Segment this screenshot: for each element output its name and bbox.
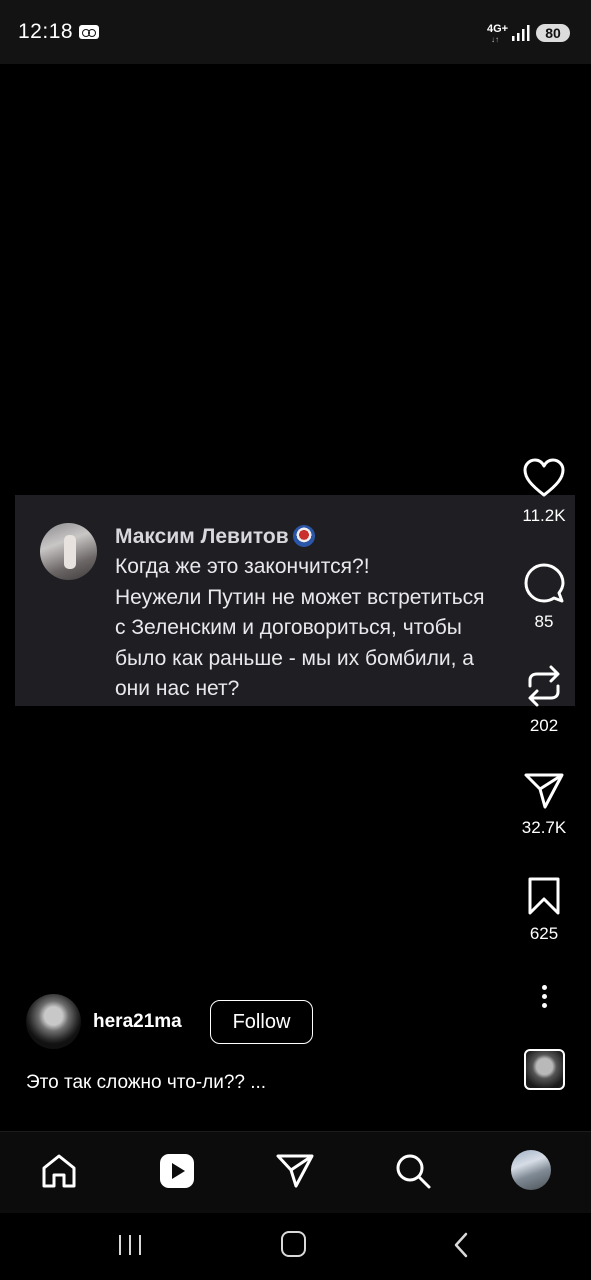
reels-icon[interactable] (157, 1151, 197, 1191)
bottom-navigation (0, 1131, 591, 1213)
share-button[interactable]: 32.7K (514, 772, 574, 838)
battery-indicator: 80 (536, 24, 570, 42)
like-button[interactable]: 11.2K (514, 458, 574, 526)
save-count: 625 (529, 924, 559, 943)
follow-button[interactable]: Follow (210, 1000, 313, 1044)
save-button[interactable]: 625 (514, 876, 574, 944)
repost-count: 202 (529, 716, 559, 735)
repost-icon (528, 665, 560, 707)
profile-avatar[interactable] (511, 1150, 551, 1190)
comment-count: 85 (534, 612, 554, 631)
home-button-icon[interactable] (281, 1231, 306, 1257)
comment-bubble-icon (524, 563, 565, 603)
comment-author: Максим Левитов (115, 525, 315, 549)
send-icon (524, 773, 564, 809)
status-bar: 12:18 4G+ ↓↑ 80 (0, 0, 591, 64)
home-icon[interactable] (39, 1151, 79, 1191)
comment-text: Когда же это закончится?! Неужели Путин … (115, 555, 485, 700)
bookmark-icon (528, 877, 560, 915)
voicemail-icon (79, 25, 99, 39)
repost-button[interactable]: 202 (514, 664, 574, 736)
like-count: 11.2K (522, 506, 566, 525)
network-type: 4G+ (487, 23, 509, 35)
audio-track-thumbnail[interactable] (524, 1049, 565, 1090)
creator-avatar[interactable] (26, 994, 81, 1049)
more-vertical-icon[interactable] (538, 985, 550, 1015)
recent-apps-icon[interactable] (118, 1233, 142, 1257)
comment-card: Максим Левитов Когда же это закончится?!… (15, 495, 575, 706)
share-count: 32.7K (521, 818, 567, 837)
post-caption[interactable]: Это так сложно что-ли?? ... (26, 1072, 266, 1094)
search-icon[interactable] (393, 1151, 433, 1191)
comment-author-avatar (40, 523, 97, 580)
creator-username[interactable]: hera21ma (93, 1011, 182, 1033)
heart-icon (523, 458, 565, 497)
comment-author-name: Максим Левитов (115, 525, 289, 548)
data-activity-icon: ↓↑ (491, 35, 499, 44)
signal-strength-icon (512, 25, 530, 41)
system-navigation-bar (0, 1213, 591, 1280)
status-time: 12:18 (18, 20, 74, 43)
send-icon[interactable] (275, 1151, 315, 1191)
back-icon[interactable] (450, 1230, 474, 1260)
shield-badge-icon (292, 525, 315, 547)
comment-button[interactable]: 85 (514, 562, 574, 632)
